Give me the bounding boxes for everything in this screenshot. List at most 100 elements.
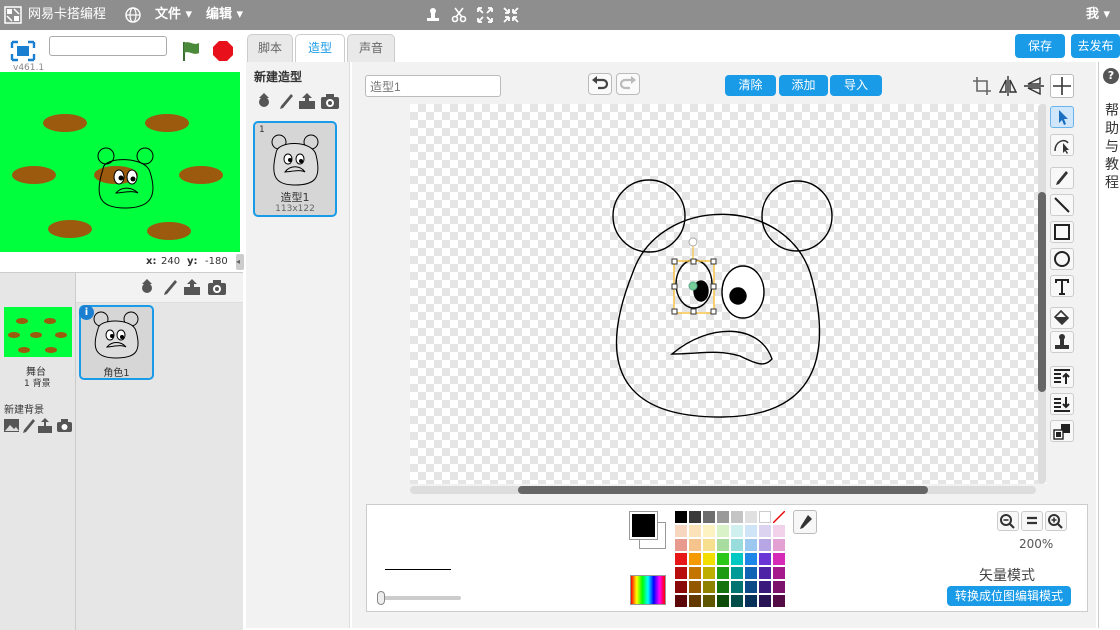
- eyedropper-icon[interactable]: [793, 510, 817, 534]
- project-title-input[interactable]: [49, 36, 167, 56]
- stop-sign-icon[interactable]: [212, 40, 234, 62]
- sprite-toolbar: [76, 273, 243, 303]
- color-palette[interactable]: [675, 510, 787, 607]
- crop-icon[interactable]: [972, 76, 992, 96]
- mouse-coordinates: x: 240 y: -180 ◂: [0, 252, 244, 272]
- publish-button[interactable]: 去发布: [1071, 34, 1120, 58]
- costume-list: 新建造型 1 造型1 113x122: [246, 62, 350, 628]
- cursor-arrow-icon: [1059, 110, 1068, 125]
- stage-header: v461.1: [0, 30, 243, 73]
- primary-color-swatch[interactable]: [629, 511, 658, 540]
- select-tool[interactable]: [1050, 106, 1074, 128]
- group-tool[interactable]: [1050, 420, 1074, 442]
- stage-thumbnail[interactable]: [4, 307, 72, 357]
- undo-button[interactable]: [588, 73, 612, 95]
- new-costume-label: 新建造型: [254, 70, 303, 84]
- sprite-library-icon[interactable]: [138, 278, 156, 296]
- zoom-reset-button[interactable]: [1021, 511, 1043, 531]
- stamp-tool[interactable]: [1050, 331, 1074, 353]
- shrink-icon[interactable]: [502, 6, 520, 24]
- vertical-scrollbar[interactable]: [1038, 104, 1046, 484]
- grow-icon[interactable]: [476, 6, 494, 24]
- selection-handles[interactable]: [671, 237, 717, 315]
- add-button[interactable]: 添加: [779, 75, 828, 96]
- rectangle-tool[interactable]: [1050, 221, 1074, 243]
- ellipse-tool[interactable]: [1050, 248, 1074, 270]
- zoom-out-button[interactable]: [997, 511, 1019, 531]
- color-picker-spectrum[interactable]: [630, 575, 666, 605]
- camera-sprite-icon[interactable]: [207, 278, 227, 296]
- paint-new-sprite-icon[interactable]: [161, 278, 179, 296]
- transparent-color-icon[interactable]: [772, 510, 786, 524]
- backdrop-library-icon[interactable]: [3, 418, 20, 433]
- menu-file[interactable]: 文件 ▾: [155, 0, 192, 30]
- flip-horizontal-icon[interactable]: [997, 75, 1019, 97]
- collapse-stage-icon[interactable]: ◂: [236, 254, 244, 270]
- coord-x-value: 240: [161, 256, 181, 267]
- tab-costumes[interactable]: 造型: [295, 34, 345, 63]
- zoom-in-button[interactable]: [1045, 511, 1067, 531]
- presentation-mode-icon[interactable]: [10, 40, 36, 62]
- app-name[interactable]: 网易卡搭编程: [28, 0, 106, 30]
- upload-sprite-icon[interactable]: [183, 278, 201, 296]
- sprite-pane: 舞台 1 背景 新建背景 i 角色1: [0, 272, 243, 630]
- help-icon[interactable]: ?: [1103, 68, 1119, 84]
- upload-backdrop-icon[interactable]: [37, 418, 53, 433]
- tab-scripts[interactable]: 脚本: [247, 34, 293, 62]
- stage-canvas[interactable]: [0, 72, 240, 252]
- zoom-out-icon: [1000, 514, 1015, 529]
- costume-library-icon[interactable]: [255, 92, 273, 110]
- tab-sounds[interactable]: 声音: [347, 34, 395, 62]
- help-sidebar[interactable]: ? 帮助与教程: [1098, 62, 1120, 628]
- costume-size: 113x122: [275, 204, 315, 214]
- camera-backdrop-icon[interactable]: [56, 418, 73, 433]
- bear-drawing[interactable]: [612, 179, 833, 418]
- globe-icon[interactable]: [124, 6, 142, 24]
- redo-icon: [619, 76, 636, 90]
- import-button[interactable]: 导入: [830, 75, 882, 96]
- layers-icon: [1053, 424, 1070, 440]
- zoom-level: 200%: [1019, 537, 1054, 551]
- clear-button[interactable]: 清除: [725, 75, 776, 96]
- user-menu[interactable]: 我 ▾: [1086, 0, 1110, 30]
- costume-name-input[interactable]: [365, 75, 501, 97]
- send-backward-icon: [1054, 397, 1070, 412]
- line-width-slider[interactable]: [377, 591, 461, 605]
- menu-edit[interactable]: 编辑 ▾: [206, 0, 243, 30]
- duplicate-stamp-icon[interactable]: [424, 6, 442, 24]
- pencil-tool[interactable]: [1050, 167, 1074, 189]
- bring-forward-tool[interactable]: [1050, 366, 1074, 388]
- paint-backdrop-icon[interactable]: [22, 418, 36, 433]
- reshape-icon: [1054, 139, 1069, 154]
- drawing-canvas[interactable]: [410, 104, 1046, 484]
- reshape-tool[interactable]: [1050, 134, 1074, 156]
- line-tool[interactable]: [1050, 194, 1074, 216]
- set-center-icon[interactable]: [1050, 74, 1074, 98]
- convert-to-bitmap-button[interactable]: 转换成位图编辑模式: [947, 586, 1071, 606]
- upload-costume-icon[interactable]: [298, 92, 316, 110]
- menu-edit-label: 编辑: [206, 7, 233, 22]
- vertical-scrollbar-thumb[interactable]: [1038, 192, 1046, 392]
- text-tool[interactable]: [1050, 275, 1074, 297]
- save-button[interactable]: 保存: [1015, 34, 1065, 58]
- line-width-slider-handle[interactable]: [377, 591, 385, 605]
- coord-y-label: y:: [187, 256, 198, 267]
- pencil-icon: [1056, 171, 1068, 185]
- green-flag-icon[interactable]: [180, 40, 202, 62]
- costume-index: 1: [259, 125, 265, 135]
- cut-scissors-icon[interactable]: [450, 6, 468, 24]
- send-backward-tool[interactable]: [1050, 393, 1074, 415]
- fill-tool[interactable]: [1050, 307, 1074, 329]
- logo-icon[interactable]: [4, 6, 22, 24]
- paint-costume-icon[interactable]: [278, 92, 294, 110]
- style-panel: 200% 矢量模式 转换成位图编辑模式: [366, 504, 1088, 612]
- sprite-thumbnail-selected[interactable]: i 角色1: [79, 305, 154, 380]
- caret-down-icon: ▾: [236, 7, 244, 22]
- redo-button[interactable]: [616, 73, 640, 95]
- camera-costume-icon[interactable]: [320, 92, 340, 110]
- horizontal-scrollbar[interactable]: [410, 486, 1036, 494]
- flip-vertical-icon[interactable]: [1023, 75, 1045, 97]
- costume-item-selected[interactable]: 1 造型1 113x122: [253, 121, 337, 217]
- horizontal-scrollbar-thumb[interactable]: [518, 486, 928, 494]
- vector-mode-label: 矢量模式: [979, 568, 1035, 584]
